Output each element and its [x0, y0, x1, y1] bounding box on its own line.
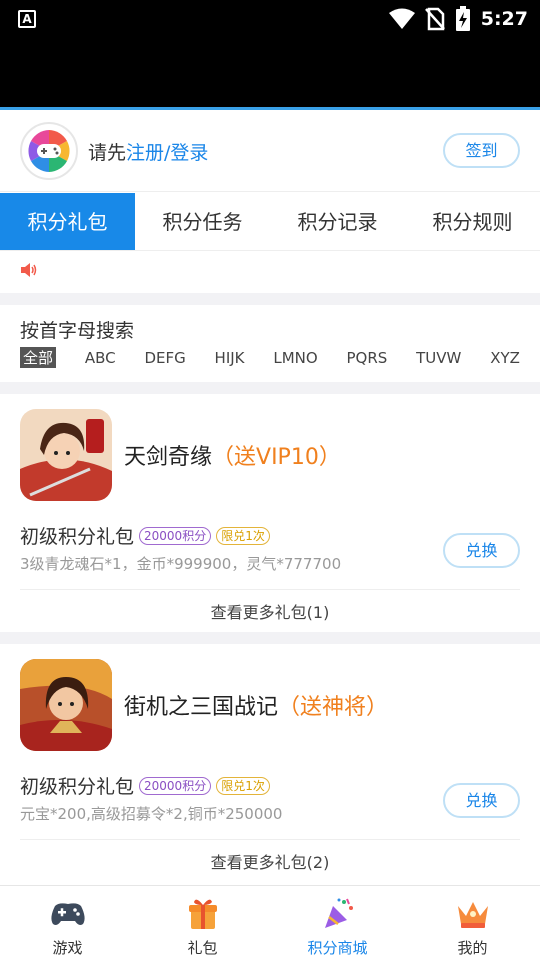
letter-filter-defg[interactable]: DEFG	[144, 349, 185, 367]
speaker-icon	[21, 263, 37, 277]
package-row: 初级积分礼包 20000积分 限兑1次	[20, 772, 270, 799]
notification-a-icon: A	[18, 10, 36, 28]
bottom-nav: 游戏 礼包 积分商城 我的	[0, 885, 540, 960]
nav-points-mall-label: 积分商城	[307, 939, 368, 957]
package-description: 3级青龙魂石*1，金币*999900，灵气*777700	[20, 555, 342, 573]
package-name: 初级积分礼包	[20, 776, 135, 798]
more-gifts-link[interactable]: 查看更多礼包(2)	[0, 849, 540, 873]
package-name: 初级积分礼包	[20, 526, 135, 548]
limit-badge: 限兑1次	[216, 776, 270, 795]
signin-button[interactable]: 签到	[443, 133, 520, 168]
tab-points-records[interactable]: 积分记录	[270, 193, 405, 250]
game-card: 天剑奇缘（送VIP10） 初级积分礼包 20000积分 限兑1次 3级青龙魂石*…	[0, 394, 540, 632]
nav-gifts[interactable]: 礼包	[135, 886, 270, 960]
letter-filter-lmno[interactable]: LMNO	[273, 349, 317, 367]
login-prompt: 请先注册/登录	[88, 138, 208, 165]
section-gap	[0, 632, 540, 644]
party-popper-icon	[324, 898, 353, 928]
letter-search-title: 按首字母搜索	[20, 320, 135, 342]
points-badge: 20000积分	[139, 776, 212, 795]
crown-icon	[457, 902, 488, 928]
game-icon[interactable]	[20, 409, 112, 501]
tab-points-rules[interactable]: 积分规则	[405, 193, 540, 250]
nav-points-mall[interactable]: 积分商城	[270, 886, 405, 960]
exchange-button[interactable]: 兑换	[443, 783, 520, 818]
section-gap	[0, 382, 540, 394]
battery-charging-icon	[455, 6, 470, 31]
limit-badge: 限兑1次	[216, 526, 270, 545]
game-promo: （送神将）	[278, 695, 389, 720]
user-row: 请先注册/登录 签到	[0, 110, 540, 192]
letter-filter: 全部 ABC DEFG HIJK LMNO PQRS TUVW XYZ	[20, 347, 520, 368]
status-icons: 5:27	[388, 4, 528, 34]
login-prompt-text: 请先	[88, 142, 127, 164]
gamepad-icon	[50, 903, 85, 925]
tab-points-gifts[interactable]: 积分礼包	[0, 193, 135, 250]
game-title: 天剑奇缘（送VIP10）	[124, 439, 341, 471]
no-sim-icon	[424, 7, 445, 31]
wifi-icon	[388, 8, 415, 29]
exchange-button[interactable]: 兑换	[443, 533, 520, 568]
letter-filter-xyz[interactable]: XYZ	[490, 349, 520, 367]
game-icon[interactable]	[20, 659, 112, 751]
status-bar: A 5:27	[0, 0, 540, 108]
clock: 5:27	[480, 8, 528, 30]
more-gifts-link[interactable]: 查看更多礼包(1)	[0, 599, 540, 623]
game-title: 街机之三国战记（送神将）	[124, 689, 388, 721]
divider	[20, 589, 520, 590]
letter-filter-hijk[interactable]: HIJK	[215, 349, 245, 367]
points-badge: 20000积分	[139, 526, 212, 545]
login-link[interactable]: 注册/登录	[126, 142, 208, 164]
nav-mine-label: 我的	[457, 939, 488, 957]
game-card: 街机之三国战记（送神将） 初级积分礼包 20000积分 限兑1次 元宝*200,…	[0, 644, 540, 885]
package-row: 初级积分礼包 20000积分 限兑1次	[20, 522, 270, 549]
game-promo: （送VIP10）	[212, 445, 341, 470]
nav-gifts-label: 礼包	[187, 939, 218, 957]
letter-filter-abc[interactable]: ABC	[85, 349, 116, 367]
tab-bar: 积分礼包 积分任务 积分记录 积分规则	[0, 193, 540, 251]
section-gap	[0, 293, 540, 305]
letter-filter-pqrs[interactable]: PQRS	[347, 349, 388, 367]
package-description: 元宝*200,高级招募令*2,铜币*250000	[20, 805, 283, 823]
divider	[20, 839, 520, 840]
swordswoman-icon	[20, 409, 112, 501]
app-logo-icon	[28, 130, 70, 172]
nav-games[interactable]: 游戏	[0, 886, 135, 960]
nav-games-label: 游戏	[52, 939, 83, 957]
game-name: 天剑奇缘	[124, 445, 213, 470]
letter-filter-tuvw[interactable]: TUVW	[416, 349, 461, 367]
tab-points-tasks[interactable]: 积分任务	[135, 193, 270, 250]
nav-mine[interactable]: 我的	[405, 886, 540, 960]
letter-filter-all[interactable]: 全部	[20, 347, 57, 368]
game-name: 街机之三国战记	[124, 695, 279, 720]
avatar[interactable]	[20, 122, 78, 180]
gift-icon	[188, 899, 217, 929]
warrior-woman-icon	[20, 659, 112, 751]
